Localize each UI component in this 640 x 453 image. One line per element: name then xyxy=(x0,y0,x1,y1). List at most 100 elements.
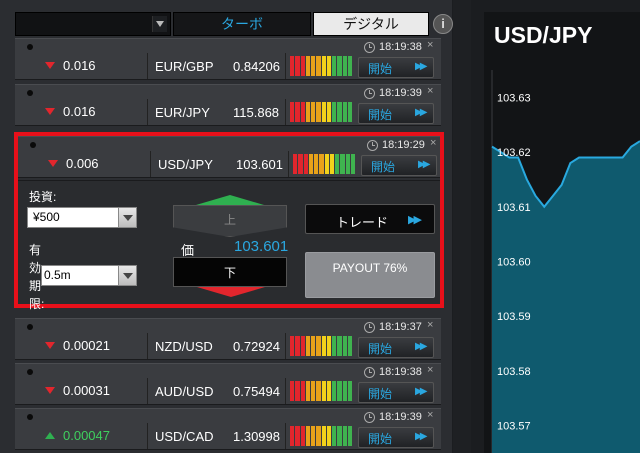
start-button[interactable]: 開始 ▶▶ xyxy=(358,427,434,448)
asset-row-usd-jpy[interactable]: 18:19:29 × 0.006 USD/JPY 103.601 開始 ▶▶ xyxy=(18,136,440,178)
currency-pair: AUD/USD xyxy=(155,384,214,399)
signal-bar xyxy=(340,154,345,174)
signal-bar xyxy=(290,336,295,356)
close-icon[interactable]: × xyxy=(427,85,433,97)
divider xyxy=(150,151,151,177)
signal-bar xyxy=(290,381,295,401)
expiry-select[interactable]: 0.5m xyxy=(41,265,137,286)
signal-bar xyxy=(311,102,316,122)
start-button-label: 開始 xyxy=(368,432,393,446)
price-change: 0.00031 xyxy=(63,383,110,398)
clock-icon xyxy=(364,88,375,99)
start-button[interactable]: 開始 ▶▶ xyxy=(358,382,434,403)
signal-bar xyxy=(342,381,347,401)
signal-bar xyxy=(316,381,321,401)
close-icon[interactable]: × xyxy=(427,409,433,421)
asset-row-nzd-usd[interactable]: 18:19:37 × 0.00021 NZD/USD 0.72924 開始 ▶▶ xyxy=(15,318,441,360)
expiry-time: 18:19:38 xyxy=(379,41,422,53)
asset-row-usd-cad[interactable]: 18:19:39 × 0.00047 USD/CAD 1.30998 開始 ▶▶ xyxy=(15,408,441,450)
expiry-value: 0.5m xyxy=(44,268,71,282)
down-arrow-icon xyxy=(197,287,265,297)
trade-button[interactable]: トレード ▶▶ xyxy=(305,204,435,234)
signal-bar xyxy=(342,102,347,122)
expiry-time: 18:19:38 xyxy=(379,366,422,378)
investment-amount-select[interactable]: ¥500 xyxy=(27,207,137,228)
signal-bar xyxy=(337,336,342,356)
status-dot xyxy=(27,414,33,420)
chevron-down-icon[interactable] xyxy=(118,208,136,227)
up-button[interactable]: 上 xyxy=(173,195,287,237)
start-button[interactable]: 開始 ▶▶ xyxy=(361,155,437,176)
divider xyxy=(147,423,148,449)
signal-bar xyxy=(298,154,303,174)
chevron-down-icon[interactable] xyxy=(118,266,136,285)
expanded-trade-panel: 18:19:29 × 0.006 USD/JPY 103.601 開始 ▶▶ 投… xyxy=(14,132,444,311)
current-price: 115.868 xyxy=(233,105,280,120)
info-icon[interactable]: i xyxy=(433,14,453,34)
divider xyxy=(285,99,286,125)
tab-turbo[interactable]: ターボ xyxy=(173,12,311,36)
signal-bar xyxy=(347,426,352,446)
chart-title: USD/JPY xyxy=(494,22,593,48)
clock-icon xyxy=(364,42,375,53)
signal-bar xyxy=(332,426,337,446)
down-arrow-icon xyxy=(45,387,55,394)
currency-pair: NZD/USD xyxy=(155,339,213,354)
tab-digital[interactable]: デジタル xyxy=(313,12,429,36)
signal-bar xyxy=(300,426,305,446)
signal-meter xyxy=(290,56,352,76)
price-change: 0.00047 xyxy=(63,428,110,443)
start-button[interactable]: 開始 ▶▶ xyxy=(358,57,434,78)
signal-bar xyxy=(321,102,326,122)
signal-bar xyxy=(311,426,316,446)
signal-bar xyxy=(332,381,337,401)
signal-bar xyxy=(303,154,308,174)
chevron-down-icon[interactable] xyxy=(152,16,167,32)
divider xyxy=(285,378,286,404)
fast-forward-icon: ▶▶ xyxy=(415,107,428,118)
close-icon[interactable]: × xyxy=(427,319,433,331)
start-button-label: 開始 xyxy=(371,160,396,174)
investment-amount-value: ¥500 xyxy=(33,210,60,224)
signal-bar xyxy=(337,426,342,446)
start-button[interactable]: 開始 ▶▶ xyxy=(358,337,434,358)
status-dot xyxy=(27,369,33,375)
signal-bar xyxy=(347,336,352,356)
start-button[interactable]: 開始 ▶▶ xyxy=(358,103,434,124)
scrollbar[interactable] xyxy=(453,0,471,453)
clock-icon xyxy=(364,412,375,423)
signal-bar xyxy=(300,56,305,76)
down-arrow-icon xyxy=(48,160,58,167)
fast-forward-icon: ▶▶ xyxy=(415,341,428,352)
signal-bar xyxy=(321,56,326,76)
down-button[interactable]: 下 xyxy=(173,257,287,299)
currency-pair: USD/JPY xyxy=(158,157,213,172)
signal-bar xyxy=(324,154,329,174)
signal-bar xyxy=(295,426,300,446)
signal-bar xyxy=(335,154,340,174)
fast-forward-icon: ▶▶ xyxy=(415,431,428,442)
signal-bar xyxy=(311,381,316,401)
divider xyxy=(147,378,148,404)
asset-row-eur-gbp[interactable]: 18:19:38 × 0.016 EUR/GBP 0.84206 開始 ▶▶ xyxy=(15,38,441,80)
down-arrow-icon xyxy=(45,108,55,115)
signal-bar xyxy=(350,154,355,174)
up-arrow-icon xyxy=(45,432,55,439)
signal-bar xyxy=(316,102,321,122)
asset-row-eur-jpy[interactable]: 18:19:39 × 0.016 EUR/JPY 115.868 開始 ▶▶ xyxy=(15,84,441,126)
signal-meter xyxy=(290,381,352,401)
signal-bar xyxy=(332,102,337,122)
down-arrow-icon xyxy=(45,342,55,349)
signal-bar xyxy=(326,336,331,356)
close-icon[interactable]: × xyxy=(427,364,433,376)
signal-bar xyxy=(300,381,305,401)
signal-meter xyxy=(290,102,352,122)
signal-bar xyxy=(305,381,310,401)
asset-filter-dropdown[interactable] xyxy=(15,12,171,36)
signal-bar xyxy=(326,102,331,122)
close-icon[interactable]: × xyxy=(430,137,436,149)
signal-bar xyxy=(305,426,310,446)
currency-pair: EUR/GBP xyxy=(155,59,214,74)
close-icon[interactable]: × xyxy=(427,39,433,51)
asset-row-aud-usd[interactable]: 18:19:38 × 0.00031 AUD/USD 0.75494 開始 ▶▶ xyxy=(15,363,441,405)
